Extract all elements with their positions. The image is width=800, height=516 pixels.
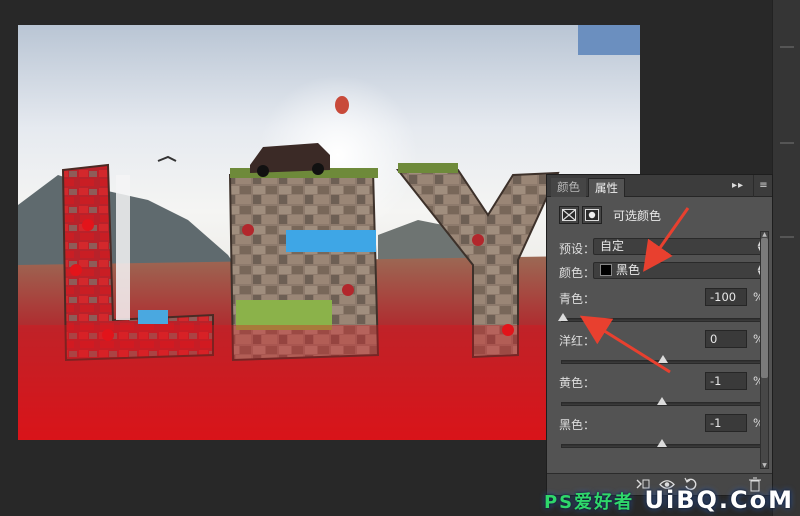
preset-label: 预设： [559,242,596,256]
dock-divider [780,142,794,144]
panel-tabbar: 颜色 属性 ▸▸ ≡ [547,175,772,197]
slider-track[interactable] [561,318,765,322]
scrollbar-thumb[interactable] [761,238,768,378]
slider-label: 洋红： [559,334,596,348]
slider-thumb[interactable] [658,355,668,363]
slider-value-input[interactable]: 0 [705,330,747,348]
slider-label: 黄色： [559,376,596,390]
colors-select[interactable]: 黑色 ▲▼ [593,262,769,279]
slider-label: 黑色： [559,418,596,432]
adjustment-header: 可选颜色 [559,205,661,225]
colors-value: 黑色 [616,263,641,277]
color-swatch [600,264,612,276]
slider-thumb[interactable] [657,439,667,447]
selective-color-icon[interactable] [559,206,579,224]
slider-label: 青色： [559,292,596,306]
panel-menu-icon[interactable]: ≡ [753,175,773,197]
scroll-down-icon[interactable]: ▼ [761,462,768,469]
slider-value-input[interactable]: -1 [705,414,747,432]
preset-value: 自定 [600,239,625,253]
dock-divider [780,46,794,48]
colors-label: 颜色： [559,266,596,280]
preset-select[interactable]: 自定 ▲▼ [593,238,769,255]
slider-value-input[interactable]: -1 [705,372,747,390]
watermark-text: UiBQ.CoM [644,486,794,514]
collapse-panel-icon[interactable]: ▸▸ [732,180,744,191]
tab-color[interactable]: 颜色 [551,178,586,197]
right-dock-strip [772,0,800,516]
properties-panel: 颜色 属性 ▸▸ ≡ 可选颜色 预设： 自定 ▲▼ [546,174,773,496]
tab-properties[interactable]: 属性 [588,178,625,197]
scroll-up-icon[interactable]: ▲ [761,231,768,238]
workspace: 颜色 属性 ▸▸ ≡ 可选颜色 预设： 自定 ▲▼ [0,0,800,516]
watermark-overlay-text: PS爱好者 [543,492,635,513]
dock-divider [780,236,794,238]
adjustment-title: 可选颜色 [613,208,662,223]
slider-value-input[interactable]: -100 [705,288,747,306]
slider-thumb[interactable] [657,397,667,405]
slider-thumb[interactable] [558,313,568,321]
panel-scrollbar[interactable]: ▲ ▼ [760,231,769,469]
watermark-logo: PS爱好者 UiBQ.CoM [544,486,794,514]
layer-mask-icon[interactable] [582,206,602,224]
